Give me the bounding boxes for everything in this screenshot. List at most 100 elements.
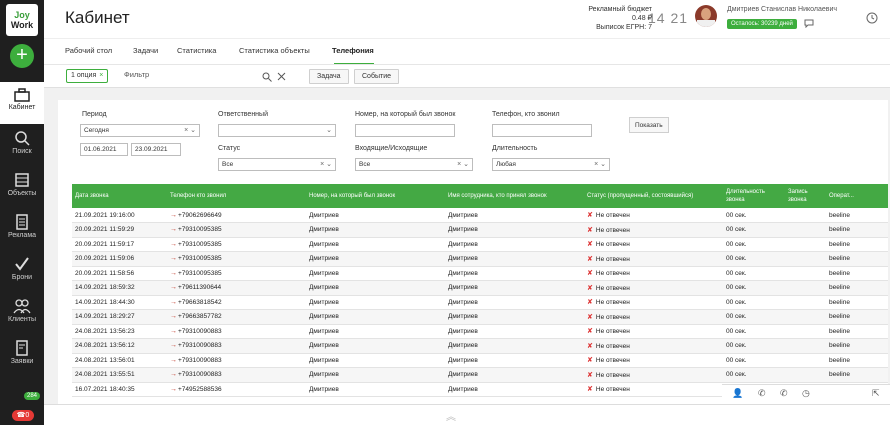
cell-value: +79310095385	[178, 240, 222, 248]
direction-select[interactable]: Все × ⌄	[355, 158, 473, 171]
cell-value: 20.09.2021 11:59:17	[75, 240, 135, 248]
column-header[interactable]: Дата звонка	[72, 184, 167, 208]
tab-tasks[interactable]: Задачи	[133, 46, 158, 55]
called-number-input[interactable]	[355, 124, 455, 137]
missed-call-icon: ✘	[587, 255, 593, 263]
user-name[interactable]: Дмитриев Станислав Николаевич	[727, 6, 837, 13]
call-counter-badge[interactable]: ☎0	[12, 410, 34, 421]
cell-value: beeline	[829, 269, 850, 277]
missed-call-icon: ✘	[587, 342, 593, 350]
sidebar-item-bookings[interactable]: Брони	[0, 250, 44, 292]
column-header[interactable]: Номер, на который был звонок	[306, 184, 445, 208]
table-row[interactable]: 20.09.2021 11:58:56 →+79310095385 Дмитриев…	[72, 266, 888, 281]
days-left-badge: Осталось: 30239 дней	[727, 19, 797, 29]
calls-table: Дата звонка Телефон кто звонил Номер, на…	[72, 184, 888, 397]
search-icon[interactable]	[262, 72, 272, 82]
cell-value: Дмитриев	[448, 298, 478, 306]
cell-value: 00 сек.	[726, 226, 747, 234]
responsible-select[interactable]: ⌄	[218, 124, 336, 137]
sidebar-item-ads[interactable]: Реклама	[0, 208, 44, 250]
contacts-icon[interactable]: 👤	[732, 388, 743, 399]
table-cell: Дмитриев	[445, 324, 584, 339]
table-cell	[785, 237, 826, 252]
tab-statistics-objects[interactable]: Статистика объекты	[239, 46, 310, 55]
app-logo[interactable]: Joy Work	[6, 4, 38, 36]
cell-value: beeline	[829, 226, 850, 234]
table-cell: Дмитриев	[445, 280, 584, 296]
cabinet-icon	[14, 88, 30, 102]
table-row[interactable]: 14.09.2021 18:59:32 →+79611390644 Дмитриев…	[72, 280, 888, 296]
table-cell: 24.08.2021 13:55:51	[72, 367, 167, 383]
chat-icon[interactable]	[804, 18, 814, 28]
cell-value: 00 сек.	[726, 342, 747, 350]
cell-value: Не отвечен	[595, 226, 630, 234]
sidebar-item-objects[interactable]: Объекты	[0, 166, 44, 208]
table-cell: 21.09.2021 19:16:00	[72, 208, 167, 223]
show-button[interactable]: Показать	[629, 117, 669, 133]
date-to-input[interactable]: 23.09.2021	[131, 143, 181, 156]
table-row[interactable]: 20.09.2021 11:59:29 →+79310095385 Дмитриев…	[72, 222, 888, 238]
history-icon[interactable]: ◷	[802, 388, 810, 399]
tab-desktop[interactable]: Рабочий стол	[65, 46, 112, 55]
table-row[interactable]: 21.09.2021 19:16:00 →+79062696649 Дмитриев…	[72, 208, 888, 223]
table-row[interactable]: 20.09.2021 11:59:17 →+79310095385 Дмитриев…	[72, 237, 888, 252]
column-header[interactable]: Имя сотрудника, кто принял звонок	[445, 184, 584, 208]
table-cell: 00 сек.	[723, 251, 785, 267]
column-header[interactable]: Телефон кто звонил	[167, 184, 306, 208]
table-row[interactable]: 14.09.2021 18:44:30 →+79663818542 Дмитриев…	[72, 295, 888, 310]
calls-table-body: 21.09.2021 19:16:00 →+79062696649 Дмитриев…	[72, 208, 888, 397]
cell-value: 14.09.2021 18:59:32	[75, 284, 135, 292]
sidebar-item-requests[interactable]: Заявки	[0, 334, 44, 376]
filter-chip[interactable]: 1 опция ×	[66, 69, 109, 83]
table-cell: 00 сек.	[723, 295, 785, 310]
table-cell: 00 сек.	[723, 280, 785, 296]
tab-statistics[interactable]: Статистика	[177, 46, 216, 55]
tab-telephony[interactable]: Телефония	[332, 46, 374, 55]
sidebar-item-clients[interactable]: Клиенты	[0, 292, 44, 334]
check-icon	[15, 257, 29, 271]
avatar[interactable]	[695, 5, 717, 27]
cell-value: beeline	[829, 313, 850, 321]
table-row[interactable]: 24.08.2021 13:56:23 →+79310090883 Дмитриев…	[72, 324, 888, 339]
chevron-up-icon[interactable]: ︽	[446, 408, 456, 423]
column-header[interactable]: Операт...	[826, 184, 888, 208]
table-cell: 00 сек.	[723, 367, 785, 383]
table-cell: Дмитриев	[445, 237, 584, 252]
filter-input[interactable]: Фильтр	[124, 70, 149, 79]
external-link-icon[interactable]: ⇱	[872, 388, 880, 399]
table-cell: ✘ Не отвечен	[584, 353, 723, 368]
column-header[interactable]: Запись звонка	[785, 184, 826, 208]
ads-icon	[16, 214, 28, 230]
add-button[interactable]: +	[10, 44, 34, 68]
clear-icon[interactable]	[277, 72, 286, 81]
table-row[interactable]: 24.08.2021 13:56:01 →+79310090883 Дмитриев…	[72, 353, 888, 368]
date-from-input[interactable]: 01.06.2021	[80, 143, 128, 156]
event-button[interactable]: Событие	[354, 69, 399, 84]
table-row[interactable]: 24.08.2021 13:55:51 →+79310090883 Дмитриев…	[72, 367, 888, 383]
call-counter-value: 0	[25, 412, 30, 419]
phone-icon[interactable]: ✆	[758, 388, 766, 399]
caller-input[interactable]	[492, 124, 592, 137]
objects-icon	[15, 173, 29, 187]
task-button[interactable]: Задача	[309, 69, 349, 84]
sidebar-item-search[interactable]: Поиск	[0, 124, 44, 166]
table-row[interactable]: 20.09.2021 11:59:06 →+79310095385 Дмитриев…	[72, 251, 888, 267]
sidebar-item-cabinet[interactable]: Кабинет	[0, 82, 44, 124]
period-select[interactable]: Сегодня × ⌄	[80, 124, 200, 137]
table-cell: 16.07.2021 18:40:35	[72, 382, 167, 397]
table-row[interactable]: 14.09.2021 18:29:27 →+79663857782 Дмитриев…	[72, 309, 888, 325]
table-row[interactable]: 24.08.2021 13:56:12 →+79310090883 Дмитриев…	[72, 338, 888, 354]
sidebar-item-label: Брони	[11, 274, 33, 281]
phone-incoming-icon[interactable]: ✆	[780, 388, 788, 399]
cell-value: Дмитриев	[309, 327, 339, 335]
close-icon[interactable]: ×	[99, 72, 103, 79]
clock-icon[interactable]	[866, 12, 878, 24]
column-header[interactable]: Длительность звонка	[723, 184, 785, 208]
column-header[interactable]: Статус (пропущенный, состоявшийся)	[584, 184, 723, 208]
status-select[interactable]: Все × ⌄	[218, 158, 336, 171]
duration-select[interactable]: Любая × ⌄	[492, 158, 610, 171]
table-cell	[785, 280, 826, 296]
table-cell: ✘ Не отвечен	[584, 280, 723, 296]
table-cell: 14.09.2021 18:44:30	[72, 295, 167, 310]
cell-value: 00 сек.	[726, 255, 747, 263]
